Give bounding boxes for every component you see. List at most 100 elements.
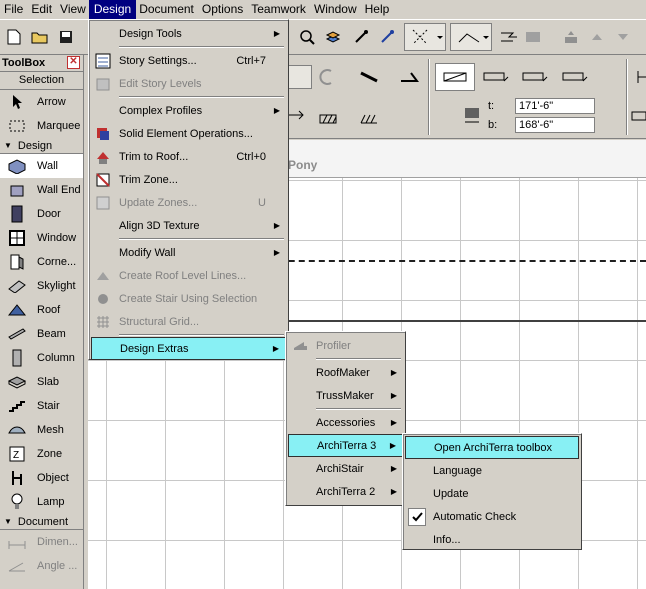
tool-wall[interactable]: Wall [0,154,83,178]
menu-item-automatic-check[interactable]: Automatic Check [405,505,579,528]
menu-file[interactable]: File [0,0,27,19]
menu-item-trussmaker[interactable]: TrussMaker ▶ [288,384,403,407]
menu-item-modify-wall[interactable]: Modify Wall ▶ [91,241,286,264]
menu-item-create-roof-level-lines[interactable]: Create Roof Level Lines... [91,264,286,287]
layers-icon[interactable] [322,26,344,48]
menu-help[interactable]: Help [361,0,394,19]
tool-marquee[interactable]: Marquee [0,114,83,138]
menu-design[interactable]: Design [88,0,137,20]
menu-item-archistair[interactable]: ArchiStair ▶ [288,457,403,480]
wall-type-1-button[interactable] [435,63,475,91]
tool-beam[interactable]: Beam [0,322,83,346]
window-icon [5,228,29,248]
zoom-icon[interactable] [296,26,318,48]
door-icon [5,204,29,224]
tool-slab[interactable]: Slab [0,370,83,394]
menu-item-label: Trim to Roof... [119,150,189,163]
menu-item-profiler[interactable]: Profiler [288,334,403,357]
menu-item-solid-element-operations[interactable]: Solid Element Operations... [91,122,286,145]
wall-type-3-icon[interactable] [520,66,550,88]
menu-item-info[interactable]: Info... [405,528,579,551]
wall-type-2-icon[interactable] [481,66,511,88]
close-icon[interactable]: ✕ [67,56,80,69]
top-elevation-input[interactable] [515,98,595,114]
send-backward-icon [612,26,634,48]
menu-item-label: Design Extras [120,342,189,355]
wall-type-4-icon[interactable] [560,66,590,88]
submenu-arrow-icon: ▶ [273,221,280,230]
eyedropper-icon[interactable] [350,26,372,48]
menu-window[interactable]: Window [310,0,361,19]
menu-item-design-tools[interactable]: Design Tools ▶ [91,22,286,45]
tool-label: Mesh [37,424,64,436]
tool-zone[interactable]: Z Zone [0,442,83,466]
fill-pattern-icon[interactable] [358,108,382,130]
bottom-elevation-input[interactable] [515,117,595,133]
menu-item-label: Complex Profiles [119,104,203,117]
menu-item-create-stair-using-selection[interactable]: Create Stair Using Selection [91,287,286,310]
tool-label: Wall [37,160,58,172]
menu-document[interactable]: Document [135,0,198,19]
menu-item-story-settings[interactable]: Story Settings... Ctrl+7 [91,49,286,72]
menu-item-structural-grid[interactable]: Structural Grid... [91,310,286,333]
menu-item-update[interactable]: Update [405,482,579,505]
menu-item-architerra-2[interactable]: ArchiTerra 2 ▶ [288,480,403,503]
tool-arrow[interactable]: Arrow [0,90,83,114]
menu-item-design-extras[interactable]: Design Extras ▶ [91,337,286,360]
menu-item-language[interactable]: Language [405,459,579,482]
info-box-extra-icon-2[interactable] [628,105,646,127]
tool-door[interactable]: Door [0,202,83,226]
angle-constraint-dropdown[interactable] [450,23,492,51]
menu-options[interactable]: Options [198,0,247,19]
menu-item-edit-story-levels[interactable]: Edit Story Levels [91,72,286,95]
menu-teamwork[interactable]: Teamwork [247,0,310,19]
menu-item-accessories[interactable]: Accessories ▶ [288,411,403,434]
design-group-header[interactable]: ▼ Design [0,138,83,154]
tool-corner-window[interactable]: Corne... [0,250,83,274]
bring-forward-icon [586,26,608,48]
menu-item-label: Solid Element Operations... [119,127,253,140]
open-folder-icon[interactable] [29,26,51,48]
curved-wall-icon[interactable] [316,66,338,88]
menu-item-update-zones[interactable]: Update Zones... U [91,191,286,214]
wall-ref-line-icon[interactable] [358,66,380,88]
tool-wall-end[interactable]: Wall End [0,178,83,202]
wall-offset-icon[interactable] [286,104,308,126]
save-icon[interactable] [55,26,77,48]
tool-dimension[interactable]: Dimen... [0,530,83,554]
wall-geometry-button[interactable] [286,65,312,89]
wall-direction-icon[interactable] [398,66,420,88]
snap-guide-dropdown[interactable] [404,23,446,51]
hatch-pattern-icon[interactable] [318,108,342,130]
tool-column[interactable]: Column [0,346,83,370]
tool-roof[interactable]: Roof [0,298,83,322]
menu-item-align-3d-texture[interactable]: Align 3D Texture ▶ [91,214,286,237]
menu-item-complex-profiles[interactable]: Complex Profiles ▶ [91,99,286,122]
new-file-icon[interactable] [3,26,25,48]
story-levels-icon [94,75,112,93]
tool-skylight[interactable]: Skylight [0,274,83,298]
tool-object[interactable]: Object [0,466,83,490]
marquee-icon [5,116,29,136]
tool-angle-dimension[interactable]: Angle ... [0,554,83,578]
menu-item-roofmaker[interactable]: RoofMaker ▶ [288,361,403,384]
info-box-extra-icon[interactable] [632,66,646,88]
menu-view[interactable]: View [56,0,90,19]
lamp-icon [5,492,29,512]
selection-section-header: Selection [0,72,83,90]
menu-item-trim-to-roof[interactable]: Trim to Roof... Ctrl+0 [91,145,286,168]
submenu-arrow-icon: ▶ [273,248,280,257]
syringe-icon[interactable] [376,26,398,48]
menu-item-trim-zone[interactable]: Trim Zone... [91,168,286,191]
document-group-header[interactable]: ▼ Document [0,514,83,530]
tool-mesh[interactable]: Mesh [0,418,83,442]
tool-window[interactable]: Window [0,226,83,250]
tool-lamp[interactable]: Lamp [0,490,83,514]
menu-edit[interactable]: Edit [27,0,56,19]
menu-item-architerra-3[interactable]: ArchiTerra 3 ▶ [288,434,403,457]
gravity-icon[interactable] [497,26,519,48]
menu-item-label: Story Settings... [119,54,197,67]
tool-stair[interactable]: Stair [0,394,83,418]
menu-item-open-architerra-toolbox[interactable]: Open ArchiTerra toolbox [405,436,579,459]
toolbox-palette: ToolBox ✕ Selection Arrow Marquee ▼ Desi… [0,55,84,589]
